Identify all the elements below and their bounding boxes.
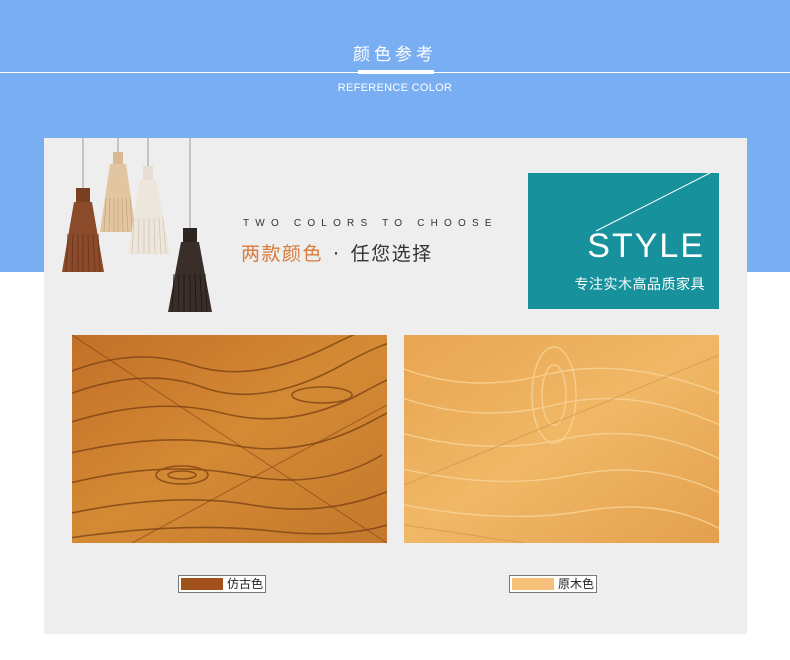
section-subtitle: REFERENCE COLOR xyxy=(337,82,453,94)
natural-color-chip xyxy=(512,578,554,590)
legend-natural: 原木色 xyxy=(509,575,598,593)
style-banner: STYLE 专注实木高品质家具 xyxy=(528,173,719,309)
section-title: 颜色参考 xyxy=(353,45,437,65)
tagline-chinese: 两款颜色 · 任您选择 xyxy=(241,239,433,266)
white-lamp xyxy=(128,166,170,255)
tagline-separator: · xyxy=(333,243,341,265)
natural-wood-swatch-image xyxy=(404,335,719,543)
style-word: STYLE xyxy=(587,227,705,265)
legend-antique: 仿古色 xyxy=(178,575,267,593)
walnut-lamp xyxy=(62,188,104,273)
tagline-english: TWO COLORS TO CHOOSE xyxy=(243,218,498,229)
tagline-rest-text: 任您选择 xyxy=(350,243,433,265)
birch-lamp xyxy=(100,152,136,233)
color-reference-panel: TWO COLORS TO CHOOSE 两款颜色 · 任您选择 STYLE 专注实… xyxy=(44,138,747,634)
tagline-accent-text: 两款颜色 xyxy=(241,243,324,265)
antique-wood-swatch-image xyxy=(72,335,387,543)
style-subtitle: 专注实木高品质家具 xyxy=(574,277,705,293)
header-title-underline xyxy=(358,70,434,74)
antique-color-chip xyxy=(181,578,223,590)
natural-color-label: 原木色 xyxy=(558,577,595,591)
antique-color-label: 仿古色 xyxy=(227,577,264,591)
pendant-lamps-illustration xyxy=(62,138,212,313)
black-lamp xyxy=(168,228,212,313)
